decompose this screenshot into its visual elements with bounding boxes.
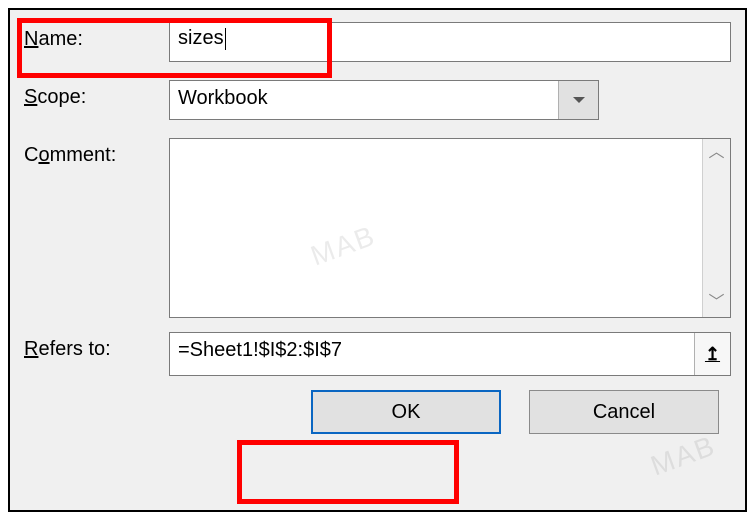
highlight-ok — [237, 440, 459, 504]
dialog-buttons: OK Cancel — [24, 390, 731, 434]
scope-select[interactable]: Workbook — [169, 80, 599, 120]
scope-value: Workbook — [170, 81, 558, 119]
scope-row: Scope: Workbook — [24, 80, 731, 120]
scroll-down-icon: ﹀ — [708, 295, 724, 311]
cancel-button[interactable]: Cancel — [529, 390, 719, 434]
text-caret — [225, 28, 226, 50]
comment-label: Comment: — [24, 138, 169, 167]
scope-label: Scope: — [24, 80, 169, 109]
refers-input[interactable]: =Sheet1!$I$2:$I$7 ↥ — [169, 332, 731, 376]
refers-label: Refers to: — [24, 332, 169, 361]
name-row: Name: sizes — [24, 22, 731, 62]
name-label: Name: — [24, 22, 169, 51]
collapse-icon: ↥ — [705, 344, 720, 365]
comment-scrollbar[interactable]: ︿ ﹀ — [702, 139, 730, 317]
comment-textarea[interactable]: ︿ ﹀ — [169, 138, 731, 318]
name-input[interactable]: sizes — [169, 22, 731, 62]
watermark: MAB — [647, 430, 721, 483]
collapse-dialog-button[interactable]: ↥ — [694, 333, 730, 375]
new-name-dialog: Name: sizes Scope: Workbook Comment: — [8, 8, 747, 512]
scope-dropdown-button[interactable] — [558, 81, 598, 119]
refers-row: Refers to: =Sheet1!$I$2:$I$7 ↥ — [24, 332, 731, 376]
ok-button[interactable]: OK — [311, 390, 501, 434]
scroll-up-icon: ︿ — [708, 145, 724, 161]
chevron-down-icon — [573, 97, 585, 103]
comment-row: Comment: ︿ ﹀ — [24, 138, 731, 318]
